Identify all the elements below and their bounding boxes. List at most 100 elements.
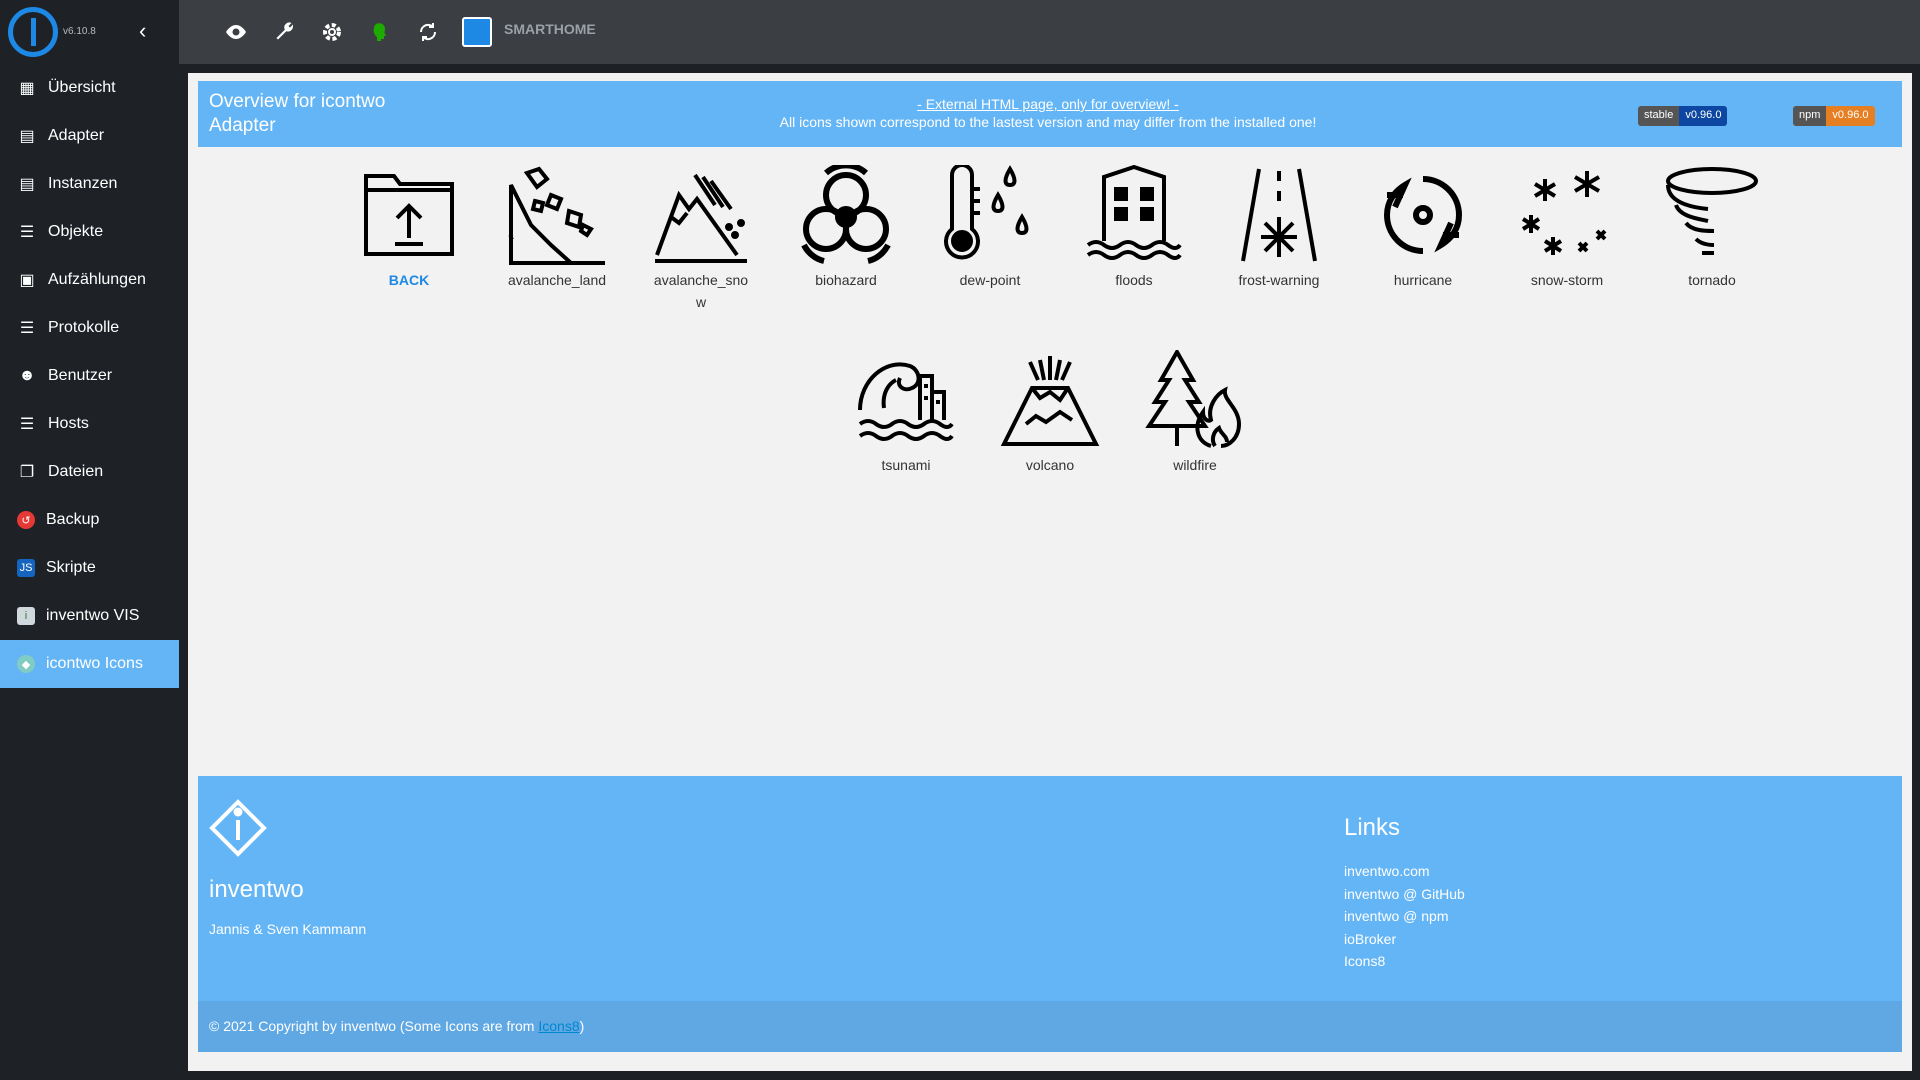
smarthome-title: SMARTHOME [504, 21, 596, 37]
copyright-icons8-link[interactable]: Icons8 [538, 1018, 579, 1034]
page-footer: inventwo Jannis & Sven Kammann Links inv… [198, 776, 1902, 1052]
footer-link-github[interactable]: inventwo @ GitHub [1344, 883, 1465, 906]
sidebar-item-overview[interactable]: ▦ Übersicht [0, 64, 179, 112]
top-toolbar: SMARTHOME [179, 0, 1920, 64]
icon-label: dew-point [959, 272, 1021, 288]
hosts-icon: ☰ [19, 416, 35, 433]
wildfire-icon [1145, 350, 1245, 450]
icon-label: BACK [388, 272, 430, 288]
wrench-icon[interactable] [260, 12, 308, 52]
icon-label: avalanche_land [507, 272, 607, 288]
icon-tile[interactable]: biohazard [774, 165, 918, 291]
icon-tile[interactable]: avalanche_snow [629, 165, 773, 313]
icon-tile[interactable]: floods [1062, 165, 1206, 291]
snow-storm-icon [1517, 165, 1617, 265]
icon-tile[interactable]: tornado [1640, 165, 1784, 291]
inventwo-vis-icon: i [17, 607, 35, 625]
icon-label: snow-storm [1530, 272, 1604, 288]
footer-link-npm[interactable]: inventwo @ npm [1344, 905, 1465, 928]
copyright-bar: © 2021 Copyright by inventwo (Some Icons… [198, 1001, 1902, 1052]
sidebar-item-icontwo-icons[interactable]: ◆ icontwo Icons [0, 640, 179, 688]
sidebar-item-scripts[interactable]: JS Skripte [0, 544, 179, 592]
footer-link-iobroker[interactable]: ioBroker [1344, 928, 1465, 951]
sidebar: v6.10.8 ‹ ▦ Übersicht ▤ Adapter ▤ Instanzen… [0, 0, 179, 1080]
hurricane-icon [1373, 165, 1473, 265]
links-heading: Links [1344, 814, 1401, 841]
icon-tile[interactable]: hurricane [1351, 165, 1495, 291]
copyright-end: ) [579, 1018, 585, 1034]
sidebar-item-files[interactable]: ❐ Dateien [0, 448, 179, 496]
avalanche-land-icon [507, 165, 607, 265]
smarthome-logo [462, 17, 492, 47]
back-tile[interactable]: BACK [337, 165, 481, 291]
tornado-icon [1662, 165, 1762, 265]
grid-icon: ▦ [19, 80, 35, 97]
footer-links: inventwo.com inventwo @ GitHub inventwo … [1344, 860, 1465, 973]
list-icon: ☰ [19, 224, 35, 241]
icon-tile[interactable]: avalanche_land [485, 165, 629, 291]
icon-tile[interactable]: snow-storm [1495, 165, 1639, 291]
icon-label: tsunami [881, 457, 931, 473]
sidebar-item-backup[interactable]: ↺ Backup [0, 496, 179, 544]
sidebar-brand: v6.10.8 ‹ [0, 0, 179, 64]
tsunami-icon [856, 350, 956, 450]
footer-authors: Jannis & Sven Kammann [209, 921, 367, 937]
sidebar-item-logs[interactable]: ☰ Protokolle [0, 304, 179, 352]
footer-link-inventwo-com[interactable]: inventwo.com [1344, 860, 1465, 883]
icon-label: floods [1115, 272, 1153, 288]
icon-label: wildfire [1173, 457, 1217, 473]
icon-tile[interactable]: volcano [978, 350, 1122, 476]
sidebar-item-inventwo-vis[interactable]: i inventwo VIS [0, 592, 179, 640]
icon-tile[interactable]: tsunami [834, 350, 978, 476]
npm-version-badge: npm v0.96.0 [1793, 106, 1875, 126]
frost-warning-icon [1229, 165, 1329, 265]
icon-label: frost-warning [1238, 272, 1320, 288]
user-icon: ☻ [18, 367, 36, 384]
backup-icon: ↺ [17, 511, 35, 529]
store-icon: ▤ [19, 128, 35, 145]
sidebar-item-instances[interactable]: ▤ Instanzen [0, 160, 179, 208]
icon-tile[interactable]: wildfire [1123, 350, 1267, 476]
instances-icon: ▤ [19, 176, 35, 193]
icon-tile[interactable]: dew-point [918, 165, 1062, 291]
sidebar-item-hosts[interactable]: ☰ Hosts [0, 400, 179, 448]
inventwo-logo [208, 798, 268, 863]
footer-link-icons8[interactable]: Icons8 [1344, 950, 1465, 973]
iobroker-logo[interactable] [8, 7, 58, 57]
expert-mode-icon[interactable] [356, 12, 404, 52]
icontwo-icon: ◆ [17, 655, 35, 673]
icon-label: volcano [1025, 457, 1075, 473]
page-title: Overview for icontwo Adapter [209, 91, 386, 136]
biohazard-icon [796, 165, 896, 265]
avalanche-snow-icon [651, 165, 751, 265]
sidebar-item-enums[interactable]: ▣ Aufzählungen [0, 256, 179, 304]
gear-icon[interactable] [308, 12, 356, 52]
dew-point-icon [940, 165, 1040, 265]
volcano-icon [1000, 350, 1100, 450]
footer-brand-name: inventwo [209, 876, 304, 903]
icon-label: hurricane [1393, 272, 1453, 288]
version-label: v6.10.8 [63, 26, 96, 37]
sidebar-item-users[interactable]: ☻ Benutzer [0, 352, 179, 400]
external-page-link[interactable]: - External HTML page, only for overview!… [917, 96, 1179, 112]
folder-upload-icon [359, 165, 459, 265]
overview-header: Overview for icontwo Adapter - External … [198, 81, 1902, 147]
icon-label: tornado [1688, 272, 1736, 288]
js-icon: JS [17, 559, 35, 577]
header-notice: - External HTML page, only for overview!… [498, 95, 1598, 131]
stable-version-badge: stable v0.96.0 [1638, 106, 1728, 126]
header-subtitle: All icons shown correspond to the lastes… [779, 114, 1317, 130]
icon-label: avalanche_snow [653, 272, 749, 310]
enum-icon: ▣ [19, 272, 35, 289]
files-icon: ❐ [19, 464, 35, 481]
sidebar-item-adapter[interactable]: ▤ Adapter [0, 112, 179, 160]
main-content: Overview for icontwo Adapter - External … [188, 73, 1912, 1071]
copyright-text: © 2021 Copyright by inventwo (Some Icons… [209, 1018, 539, 1034]
sidebar-menu: ▦ Übersicht ▤ Adapter ▤ Instanzen ☰ Objekte … [0, 64, 179, 688]
sidebar-item-objects[interactable]: ☰ Objekte [0, 208, 179, 256]
icon-tile[interactable]: frost-warning [1207, 165, 1351, 291]
refresh-icon[interactable] [404, 12, 452, 52]
logs-icon: ☰ [19, 320, 35, 337]
collapse-sidebar-icon[interactable]: ‹ [139, 18, 146, 44]
eye-icon[interactable] [212, 12, 260, 52]
